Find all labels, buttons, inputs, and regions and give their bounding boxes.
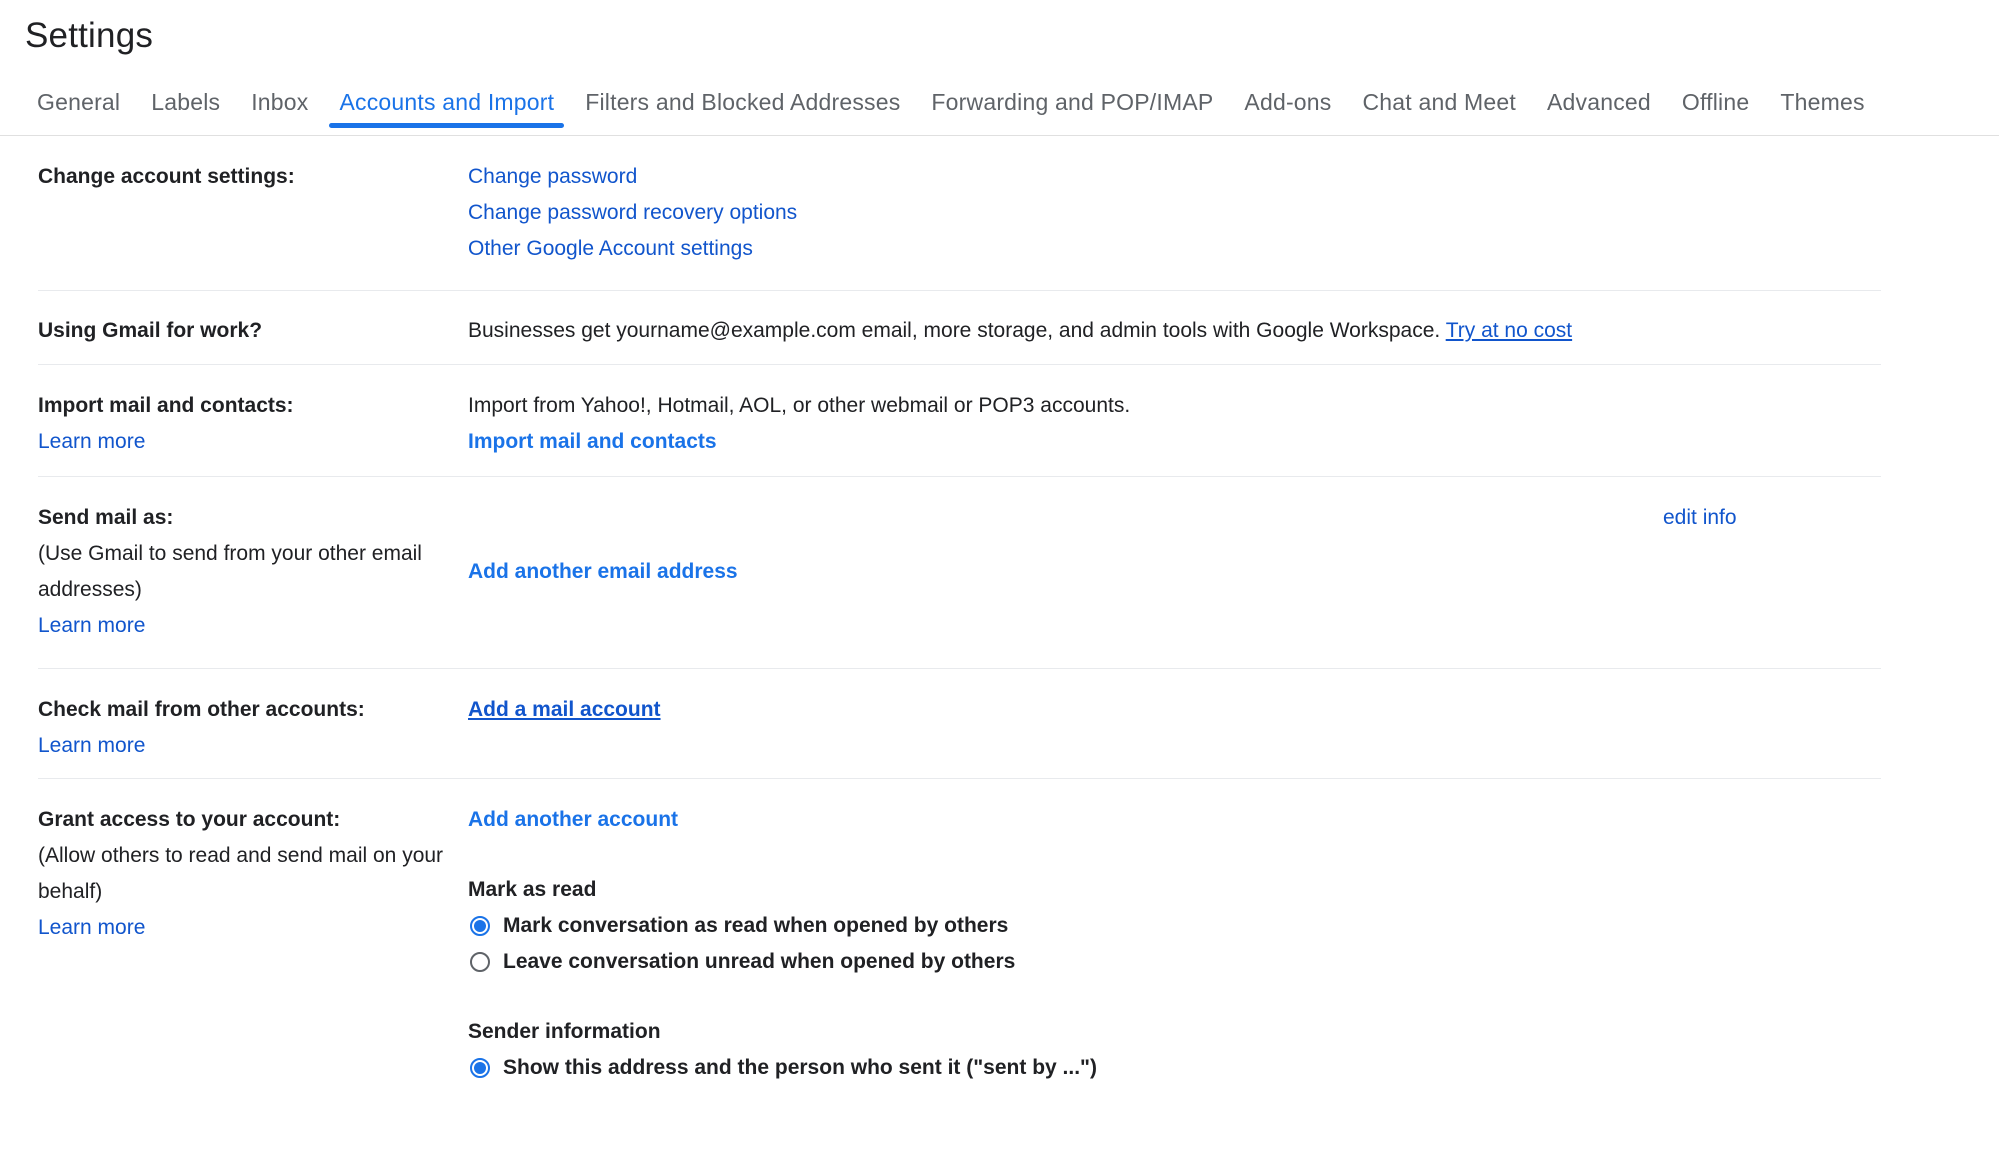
send-mail-as-label: Send mail as: xyxy=(38,500,468,536)
tab-advanced[interactable]: Advanced xyxy=(1547,76,1651,135)
send-mail-as-learn-more-link[interactable]: Learn more xyxy=(38,614,145,637)
radio-option-leave-unread[interactable]: Leave conversation unread when opened by… xyxy=(468,944,1663,980)
row-grant-access: Grant access to your account: (Allow oth… xyxy=(38,779,1881,1086)
page-title: Settings xyxy=(25,16,1999,56)
workspace-promo-text: Businesses get yourname@example.com emai… xyxy=(468,319,1446,342)
radio-button-mark-as-read[interactable] xyxy=(470,916,490,936)
radio-label: Show this address and the person who sen… xyxy=(503,1050,1097,1086)
radio-label: Leave conversation unread when opened by… xyxy=(503,944,1015,980)
radio-label: Mark conversation as read when opened by… xyxy=(503,908,1008,944)
settings-rows: Change account settings: Change password… xyxy=(38,136,1881,1086)
import-description-text: Import from Yahoo!, Hotmail, AOL, or oth… xyxy=(468,388,1663,424)
tab-add-ons[interactable]: Add-ons xyxy=(1244,76,1331,135)
edit-info-link[interactable]: edit info xyxy=(1663,506,1737,529)
grant-access-learn-more-link[interactable]: Learn more xyxy=(38,916,145,939)
tab-general[interactable]: General xyxy=(37,76,120,135)
tab-themes[interactable]: Themes xyxy=(1780,76,1864,135)
row-check-mail-from-other-accounts: Check mail from other accounts: Learn mo… xyxy=(38,669,1881,779)
grant-access-sublabel: (Allow others to read and send mail on y… xyxy=(38,838,468,910)
settings-tab-bar: General Labels Inbox Accounts and Import… xyxy=(0,76,1999,136)
grant-access-label: Grant access to your account: xyxy=(38,802,468,838)
tab-inbox[interactable]: Inbox xyxy=(251,76,308,135)
radio-button-show-address[interactable] xyxy=(470,1058,490,1078)
radio-button-leave-unread[interactable] xyxy=(470,952,490,972)
row-import-mail-and-contacts: Import mail and contacts: Learn more Imp… xyxy=(38,365,1881,477)
add-another-email-address-link[interactable]: Add another email address xyxy=(468,560,738,583)
change-password-recovery-options-link[interactable]: Change password recovery options xyxy=(468,201,797,224)
add-another-account-link[interactable]: Add another account xyxy=(468,808,678,831)
tab-accounts-and-import[interactable]: Accounts and Import xyxy=(339,76,554,135)
tab-offline[interactable]: Offline xyxy=(1682,76,1749,135)
row-send-mail-as: Send mail as: (Use Gmail to send from yo… xyxy=(38,477,1881,669)
check-mail-learn-more-link[interactable]: Learn more xyxy=(38,734,145,757)
tab-filters-and-blocked-addresses[interactable]: Filters and Blocked Addresses xyxy=(585,76,900,135)
add-a-mail-account-link[interactable]: Add a mail account xyxy=(468,698,661,721)
radio-option-mark-as-read[interactable]: Mark conversation as read when opened by… xyxy=(468,908,1663,944)
using-gmail-for-work-label: Using Gmail for work? xyxy=(38,313,468,349)
change-account-settings-label: Change account settings: xyxy=(38,159,468,195)
check-mail-label: Check mail from other accounts: xyxy=(38,692,468,728)
tab-chat-and-meet[interactable]: Chat and Meet xyxy=(1363,76,1516,135)
import-learn-more-link[interactable]: Learn more xyxy=(38,430,145,453)
change-password-link[interactable]: Change password xyxy=(468,165,637,188)
tab-forwarding-and-pop-imap[interactable]: Forwarding and POP/IMAP xyxy=(931,76,1213,135)
try-at-no-cost-link[interactable]: Try at no cost xyxy=(1446,319,1572,342)
row-using-gmail-for-work: Using Gmail for work? Businesses get you… xyxy=(38,291,1881,365)
mark-as-read-heading: Mark as read xyxy=(468,872,1663,908)
sender-information-heading: Sender information xyxy=(468,1014,1663,1050)
tab-labels[interactable]: Labels xyxy=(151,76,220,135)
other-google-account-settings-link[interactable]: Other Google Account settings xyxy=(468,237,753,260)
row-change-account-settings: Change account settings: Change password… xyxy=(38,136,1881,291)
import-mail-and-contacts-link[interactable]: Import mail and contacts xyxy=(468,430,717,453)
radio-option-show-address[interactable]: Show this address and the person who sen… xyxy=(468,1050,1663,1086)
send-mail-as-sublabel: (Use Gmail to send from your other email… xyxy=(38,536,468,608)
import-mail-and-contacts-label: Import mail and contacts: xyxy=(38,388,468,424)
